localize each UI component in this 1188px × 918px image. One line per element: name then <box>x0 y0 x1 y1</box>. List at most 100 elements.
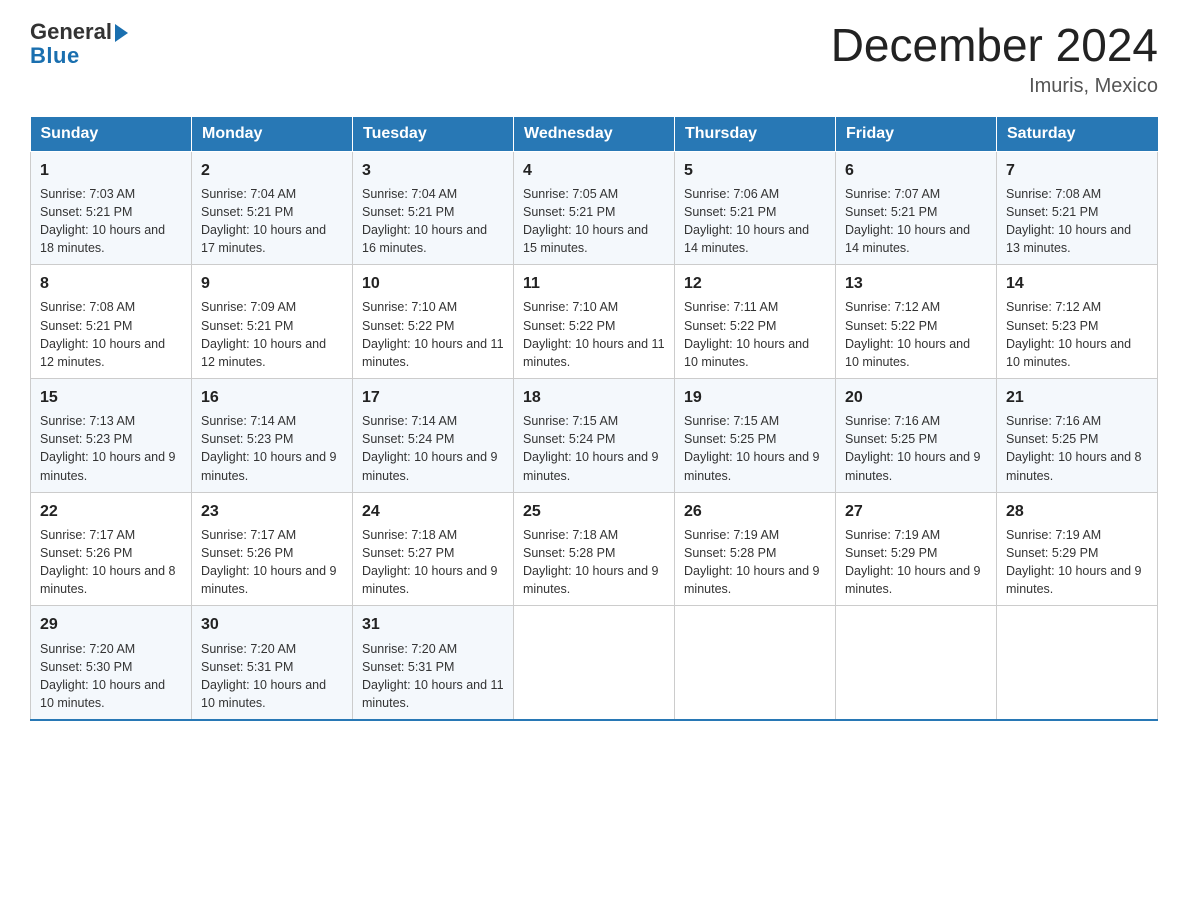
day-number: 11 <box>523 272 665 295</box>
day-info: Sunrise: 7:03 AMSunset: 5:21 PMDaylight:… <box>40 185 182 258</box>
day-number: 24 <box>362 500 504 523</box>
day-number: 26 <box>684 500 826 523</box>
day-info: Sunrise: 7:10 AMSunset: 5:22 PMDaylight:… <box>523 298 665 371</box>
day-info: Sunrise: 7:14 AMSunset: 5:23 PMDaylight:… <box>201 412 343 485</box>
calendar-cell: 28 Sunrise: 7:19 AMSunset: 5:29 PMDayligh… <box>997 492 1158 606</box>
day-number: 1 <box>40 159 182 182</box>
day-info: Sunrise: 7:19 AMSunset: 5:29 PMDaylight:… <box>845 526 987 599</box>
day-info: Sunrise: 7:17 AMSunset: 5:26 PMDaylight:… <box>40 526 182 599</box>
calendar-week-2: 8 Sunrise: 7:08 AMSunset: 5:21 PMDaylight… <box>31 265 1158 379</box>
day-info: Sunrise: 7:07 AMSunset: 5:21 PMDaylight:… <box>845 185 987 258</box>
day-number: 25 <box>523 500 665 523</box>
day-number: 4 <box>523 159 665 182</box>
calendar-cell: 14 Sunrise: 7:12 AMSunset: 5:23 PMDayligh… <box>997 265 1158 379</box>
day-number: 18 <box>523 386 665 409</box>
calendar-cell: 26Sunrise: 7:19 AMSunset: 5:28 PMDayligh… <box>675 492 836 606</box>
day-info: Sunrise: 7:19 AMSunset: 5:29 PMDaylight:… <box>1006 526 1148 599</box>
day-number: 13 <box>845 272 987 295</box>
header-thursday: Thursday <box>675 116 836 151</box>
calendar-cell: 5 Sunrise: 7:06 AMSunset: 5:21 PMDaylight… <box>675 151 836 265</box>
header-saturday: Saturday <box>997 116 1158 151</box>
calendar-cell: 18 Sunrise: 7:15 AMSunset: 5:24 PMDayligh… <box>514 378 675 492</box>
day-info: Sunrise: 7:04 AMSunset: 5:21 PMDaylight:… <box>201 185 343 258</box>
day-number: 10 <box>362 272 504 295</box>
day-number: 27 <box>845 500 987 523</box>
header-monday: Monday <box>192 116 353 151</box>
calendar-week-1: 1 Sunrise: 7:03 AMSunset: 5:21 PMDaylight… <box>31 151 1158 265</box>
calendar-cell: 30 Sunrise: 7:20 AMSunset: 5:31 PMDayligh… <box>192 606 353 720</box>
day-number: 30 <box>201 613 343 636</box>
header-tuesday: Tuesday <box>353 116 514 151</box>
day-number: 21 <box>1006 386 1148 409</box>
page-header: General Blue December 2024 Imuris, Mexic… <box>30 20 1158 98</box>
calendar-cell <box>836 606 997 720</box>
calendar-cell: 19 Sunrise: 7:15 AMSunset: 5:25 PMDayligh… <box>675 378 836 492</box>
day-number: 7 <box>1006 159 1148 182</box>
month-title: December 2024 <box>831 20 1158 71</box>
logo-blue: Blue <box>30 44 128 68</box>
calendar-cell: 27 Sunrise: 7:19 AMSunset: 5:29 PMDayligh… <box>836 492 997 606</box>
calendar-week-3: 15 Sunrise: 7:13 AMSunset: 5:23 PMDayligh… <box>31 378 1158 492</box>
day-info: Sunrise: 7:20 AMSunset: 5:31 PMDaylight:… <box>201 640 343 713</box>
day-number: 15 <box>40 386 182 409</box>
day-number: 3 <box>362 159 504 182</box>
calendar-cell: 17 Sunrise: 7:14 AMSunset: 5:24 PMDayligh… <box>353 378 514 492</box>
logo-general: General <box>30 20 112 44</box>
calendar-cell: 24Sunrise: 7:18 AMSunset: 5:27 PMDayligh… <box>353 492 514 606</box>
calendar-cell: 11 Sunrise: 7:10 AMSunset: 5:22 PMDayligh… <box>514 265 675 379</box>
calendar-cell: 16 Sunrise: 7:14 AMSunset: 5:23 PMDayligh… <box>192 378 353 492</box>
location: Imuris, Mexico <box>831 75 1158 98</box>
day-number: 5 <box>684 159 826 182</box>
calendar-cell: 4 Sunrise: 7:05 AMSunset: 5:21 PMDaylight… <box>514 151 675 265</box>
calendar-cell: 1 Sunrise: 7:03 AMSunset: 5:21 PMDaylight… <box>31 151 192 265</box>
calendar-cell: 15 Sunrise: 7:13 AMSunset: 5:23 PMDayligh… <box>31 378 192 492</box>
day-info: Sunrise: 7:06 AMSunset: 5:21 PMDaylight:… <box>684 185 826 258</box>
day-info: Sunrise: 7:05 AMSunset: 5:21 PMDaylight:… <box>523 185 665 258</box>
calendar-cell: 3 Sunrise: 7:04 AMSunset: 5:21 PMDaylight… <box>353 151 514 265</box>
day-info: Sunrise: 7:08 AMSunset: 5:21 PMDaylight:… <box>40 298 182 371</box>
calendar-cell: 29Sunrise: 7:20 AMSunset: 5:30 PMDayligh… <box>31 606 192 720</box>
day-info: Sunrise: 7:14 AMSunset: 5:24 PMDaylight:… <box>362 412 504 485</box>
day-info: Sunrise: 7:12 AMSunset: 5:23 PMDaylight:… <box>1006 298 1148 371</box>
day-number: 22 <box>40 500 182 523</box>
day-number: 14 <box>1006 272 1148 295</box>
day-info: Sunrise: 7:04 AMSunset: 5:21 PMDaylight:… <box>362 185 504 258</box>
day-number: 12 <box>684 272 826 295</box>
calendar-cell: 9 Sunrise: 7:09 AMSunset: 5:21 PMDaylight… <box>192 265 353 379</box>
day-info: Sunrise: 7:13 AMSunset: 5:23 PMDaylight:… <box>40 412 182 485</box>
header-wednesday: Wednesday <box>514 116 675 151</box>
day-info: Sunrise: 7:09 AMSunset: 5:21 PMDaylight:… <box>201 298 343 371</box>
calendar-cell <box>514 606 675 720</box>
day-info: Sunrise: 7:15 AMSunset: 5:24 PMDaylight:… <box>523 412 665 485</box>
day-number: 31 <box>362 613 504 636</box>
header-friday: Friday <box>836 116 997 151</box>
day-number: 8 <box>40 272 182 295</box>
day-number: 17 <box>362 386 504 409</box>
calendar-week-5: 29Sunrise: 7:20 AMSunset: 5:30 PMDayligh… <box>31 606 1158 720</box>
calendar-cell: 13Sunrise: 7:12 AMSunset: 5:22 PMDayligh… <box>836 265 997 379</box>
day-info: Sunrise: 7:10 AMSunset: 5:22 PMDaylight:… <box>362 298 504 371</box>
calendar-cell: 25 Sunrise: 7:18 AMSunset: 5:28 PMDayligh… <box>514 492 675 606</box>
day-info: Sunrise: 7:16 AMSunset: 5:25 PMDaylight:… <box>1006 412 1148 485</box>
calendar-cell: 21 Sunrise: 7:16 AMSunset: 5:25 PMDayligh… <box>997 378 1158 492</box>
calendar-cell: 20Sunrise: 7:16 AMSunset: 5:25 PMDayligh… <box>836 378 997 492</box>
day-number: 19 <box>684 386 826 409</box>
day-info: Sunrise: 7:17 AMSunset: 5:26 PMDaylight:… <box>201 526 343 599</box>
calendar-cell: 22 Sunrise: 7:17 AMSunset: 5:26 PMDayligh… <box>31 492 192 606</box>
calendar-cell <box>997 606 1158 720</box>
day-info: Sunrise: 7:11 AMSunset: 5:22 PMDaylight:… <box>684 298 826 371</box>
day-number: 16 <box>201 386 343 409</box>
day-number: 29 <box>40 613 182 636</box>
calendar-cell: 2Sunrise: 7:04 AMSunset: 5:21 PMDaylight… <box>192 151 353 265</box>
day-info: Sunrise: 7:08 AMSunset: 5:21 PMDaylight:… <box>1006 185 1148 258</box>
calendar-table: SundayMondayTuesdayWednesdayThursdayFrid… <box>30 116 1158 721</box>
day-number: 28 <box>1006 500 1148 523</box>
day-number: 20 <box>845 386 987 409</box>
day-number: 9 <box>201 272 343 295</box>
day-info: Sunrise: 7:15 AMSunset: 5:25 PMDaylight:… <box>684 412 826 485</box>
calendar-cell: 7 Sunrise: 7:08 AMSunset: 5:21 PMDaylight… <box>997 151 1158 265</box>
calendar-cell: 10 Sunrise: 7:10 AMSunset: 5:22 PMDayligh… <box>353 265 514 379</box>
day-info: Sunrise: 7:18 AMSunset: 5:28 PMDaylight:… <box>523 526 665 599</box>
day-number: 6 <box>845 159 987 182</box>
calendar-cell: 23Sunrise: 7:17 AMSunset: 5:26 PMDayligh… <box>192 492 353 606</box>
